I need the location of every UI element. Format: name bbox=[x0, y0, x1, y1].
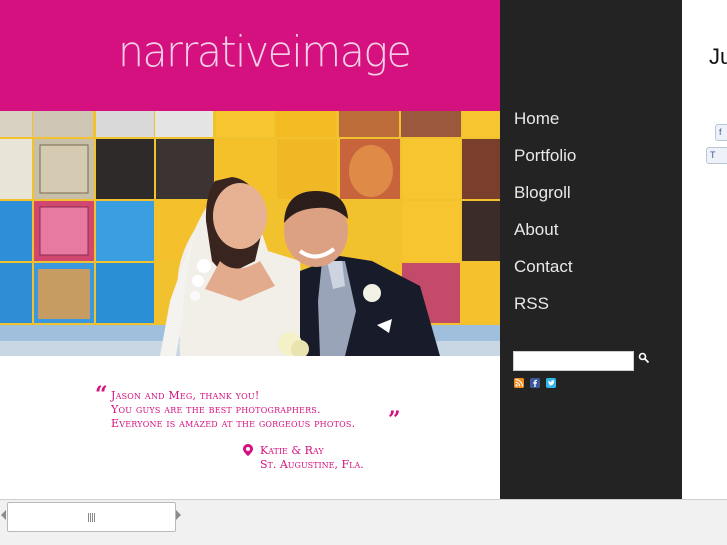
scrollbar-grip-icon bbox=[88, 513, 96, 522]
twitter-icon[interactable] bbox=[546, 378, 556, 388]
facebook-icon[interactable] bbox=[530, 378, 540, 388]
open-quote-icon: “ bbox=[95, 382, 108, 408]
hero-photo-image bbox=[0, 111, 500, 356]
horizontal-scrollbar[interactable] bbox=[0, 499, 727, 545]
nav-portfolio[interactable]: Portfolio bbox=[514, 146, 576, 166]
right-heading: Ju bbox=[709, 44, 727, 69]
nav-blogroll[interactable]: Blogroll bbox=[514, 183, 571, 203]
right-column: Ju f T bbox=[682, 0, 727, 499]
location-pin-icon bbox=[243, 444, 253, 456]
testimonial-line-2: You guys are the best photographers. bbox=[111, 403, 321, 416]
nav-home[interactable]: Home bbox=[514, 109, 559, 129]
nav-about[interactable]: About bbox=[514, 220, 558, 240]
nav-contact[interactable]: Contact bbox=[514, 257, 573, 277]
scroll-right-arrow-icon[interactable] bbox=[176, 510, 181, 520]
testimonial-author: Katie & Ray bbox=[260, 444, 324, 457]
rss-icon[interactable] bbox=[514, 378, 524, 388]
twitter-share-button[interactable]: T bbox=[706, 147, 727, 164]
testimonial-line-3: Everyone is amazed at the gorgeous photo… bbox=[111, 417, 356, 430]
testimonial-location: St. Augustine, Fla. bbox=[260, 458, 364, 471]
site-logo[interactable]: narrativeimage bbox=[118, 31, 412, 74]
close-quote-icon: ” bbox=[388, 407, 401, 433]
scrollbar-thumb[interactable] bbox=[7, 502, 176, 532]
header-banner: narrativeimage bbox=[0, 0, 500, 111]
search-icon[interactable] bbox=[638, 352, 650, 364]
scroll-left-arrow-icon[interactable] bbox=[1, 510, 6, 520]
sidebar: Home Portfolio Blogroll About Contact RS… bbox=[500, 0, 682, 499]
search-input[interactable] bbox=[513, 351, 634, 371]
nav-rss[interactable]: RSS bbox=[514, 294, 549, 314]
hero-photo bbox=[0, 111, 500, 356]
twitter-share-label: T bbox=[710, 150, 716, 160]
facebook-share-button[interactable]: f bbox=[715, 124, 727, 141]
page: narrativeimage “ Jason and Meg, thank yo… bbox=[0, 0, 727, 545]
facebook-share-label: f bbox=[719, 127, 722, 137]
testimonial: “ Jason and Meg, thank you! You guys are… bbox=[0, 356, 500, 499]
testimonial-line-1: Jason and Meg, thank you! bbox=[111, 389, 260, 402]
